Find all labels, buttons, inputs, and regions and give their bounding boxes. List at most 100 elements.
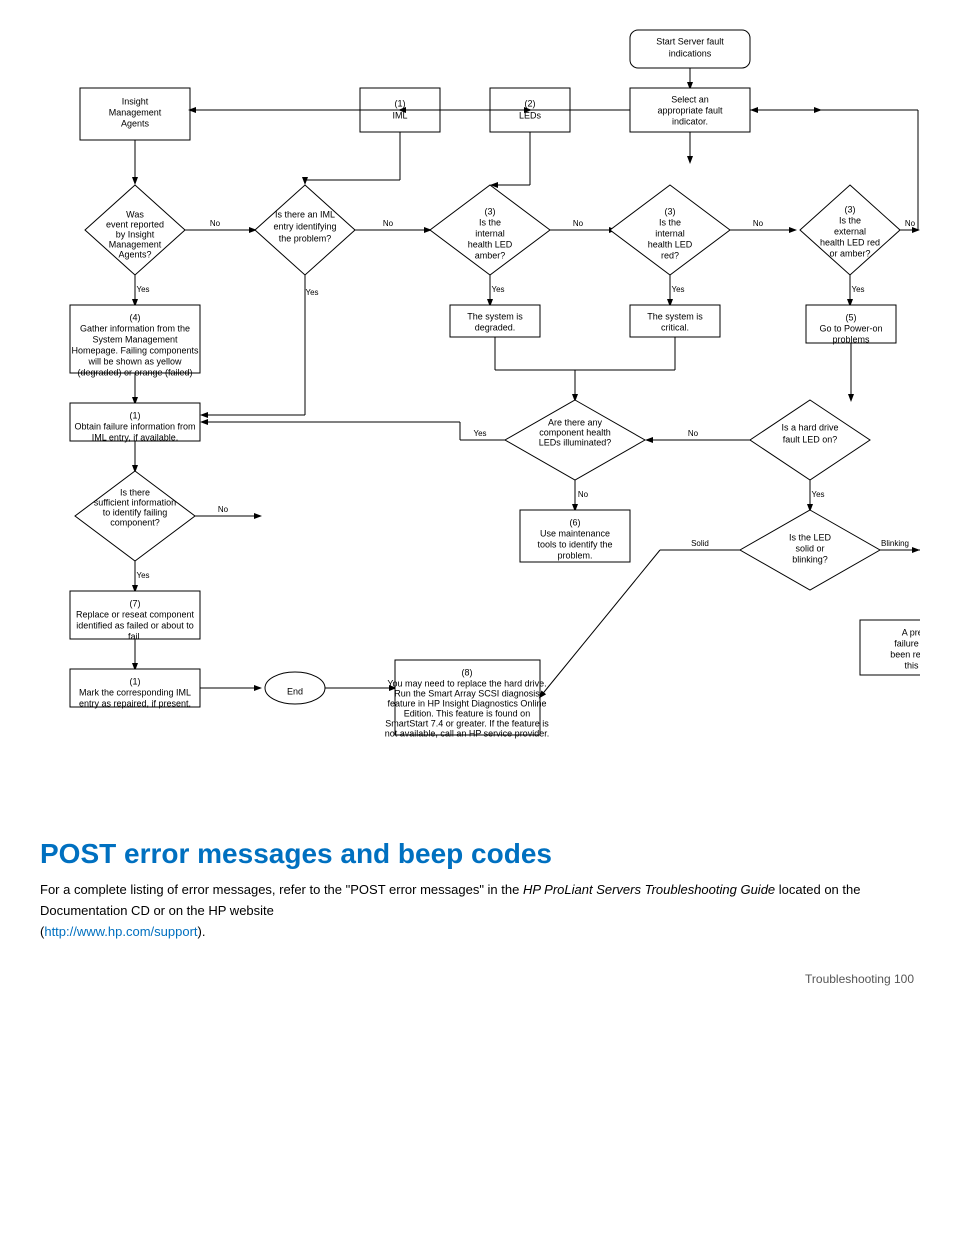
svg-text:Homepage. Failing components: Homepage. Failing components — [71, 345, 199, 355]
svg-text:Gather information from the: Gather information from the — [80, 323, 190, 333]
svg-text:Is a hard drive: Is a hard drive — [781, 422, 838, 432]
svg-text:Solid: Solid — [691, 539, 709, 548]
svg-text:Is there an IML: Is there an IML — [275, 209, 335, 219]
svg-text:will be shown as yellow: will be shown as yellow — [87, 356, 182, 366]
svg-text:Obtain failure information fro: Obtain failure information from — [74, 421, 195, 431]
svg-text:Is the: Is the — [479, 217, 501, 227]
svg-text:feature in HP Insight Diagnost: feature in HP Insight Diagnostics Online — [388, 698, 547, 708]
svg-text:problems: problems — [832, 334, 870, 344]
svg-text:red?: red? — [661, 250, 679, 260]
svg-text:End: End — [287, 686, 303, 696]
svg-text:A predictive: A predictive — [902, 627, 920, 637]
svg-text:not available, call an HP serv: not available, call an HP service provid… — [385, 728, 549, 738]
svg-text:(1): (1) — [130, 410, 141, 420]
svg-text:appropriate fault: appropriate fault — [657, 105, 723, 115]
svg-text:Yes: Yes — [851, 285, 864, 294]
svg-text:No: No — [688, 429, 699, 438]
svg-text:(1): (1) — [395, 98, 406, 108]
svg-text:(3): (3) — [665, 206, 676, 216]
svg-text:solid or: solid or — [795, 543, 824, 553]
svg-text:You may need to replace the ha: You may need to replace the hard drive. — [387, 678, 546, 688]
svg-text:identified as failed or about: identified as failed or about to — [76, 620, 194, 630]
svg-text:been received for: been received for — [890, 649, 920, 659]
svg-text:the problem?: the problem? — [279, 233, 332, 243]
section-body-link[interactable]: http://www.hp.com/support — [44, 924, 197, 939]
svg-text:Agents: Agents — [121, 118, 150, 128]
svg-text:(2): (2) — [525, 98, 536, 108]
svg-text:(8): (8) — [462, 667, 473, 677]
svg-text:(7): (7) — [130, 598, 141, 608]
page: .box-text { font-family: Arial, sans-ser… — [0, 0, 954, 1016]
svg-text:Management: Management — [109, 107, 162, 117]
svg-text:The system is: The system is — [467, 311, 523, 321]
svg-text:No: No — [383, 219, 394, 228]
svg-text:LEDs illuminated?: LEDs illuminated? — [539, 437, 612, 447]
svg-text:(3): (3) — [485, 206, 496, 216]
svg-text:Replace or reseat component: Replace or reseat component — [76, 609, 195, 619]
page-footer: Troubleshooting 100 — [40, 972, 914, 986]
svg-text:No: No — [573, 219, 584, 228]
svg-text:(6): (6) — [570, 517, 581, 527]
svg-text:Yes: Yes — [491, 285, 504, 294]
footer-label: Troubleshooting 100 — [805, 972, 914, 986]
svg-text:Was: Was — [126, 209, 144, 219]
svg-text:No: No — [905, 219, 916, 228]
svg-text:Blinking: Blinking — [881, 539, 909, 548]
svg-text:(1): (1) — [130, 676, 141, 686]
svg-text:Is there: Is there — [120, 487, 150, 497]
svg-text:component?: component? — [110, 517, 160, 527]
svg-text:No: No — [753, 219, 764, 228]
svg-text:No: No — [218, 505, 229, 514]
svg-text:Yes: Yes — [305, 288, 318, 297]
svg-text:component health: component health — [539, 427, 611, 437]
svg-text:degraded.: degraded. — [475, 322, 516, 332]
section-body-end: ). — [198, 924, 206, 939]
svg-text:Mark the corresponding IML: Mark the corresponding IML — [79, 687, 191, 697]
svg-text:(3): (3) — [845, 204, 856, 214]
svg-text:Management: Management — [109, 239, 162, 249]
svg-text:health LED red: health LED red — [820, 237, 880, 247]
svg-text:Go to Power-on: Go to Power-on — [819, 323, 882, 333]
svg-text:SmartStart 7.4 or greater. If: SmartStart 7.4 or greater. If the featur… — [385, 718, 549, 728]
svg-text:health LED: health LED — [468, 239, 513, 249]
svg-text:or amber?: or amber? — [829, 248, 870, 258]
svg-text:critical.: critical. — [661, 322, 689, 332]
svg-text:by Insight: by Insight — [116, 229, 155, 239]
svg-text:internal: internal — [475, 228, 505, 238]
section-body: For a complete listing of error messages… — [40, 880, 900, 942]
svg-text:Yes: Yes — [671, 285, 684, 294]
svg-text:indications: indications — [669, 48, 712, 58]
svg-text:tools to identify the: tools to identify the — [537, 539, 612, 549]
section-title: POST error messages and beep codes — [40, 838, 914, 870]
svg-text:Yes: Yes — [136, 285, 149, 294]
flowchart-svg: .box-text { font-family: Arial, sans-ser… — [40, 20, 920, 820]
flowchart-container: .box-text { font-family: Arial, sans-ser… — [40, 20, 920, 820]
svg-text:this drive ,: this drive , — [904, 660, 920, 670]
svg-text:external: external — [834, 226, 866, 236]
svg-text:Use maintenance: Use maintenance — [540, 528, 610, 538]
svg-text:IML: IML — [392, 110, 407, 120]
svg-text:event reported: event reported — [106, 219, 164, 229]
section-body-italic: HP ProLiant Servers Troubleshooting Guid… — [523, 882, 775, 897]
svg-text:Are there any: Are there any — [548, 417, 603, 427]
svg-text:failure alert has: failure alert has — [894, 638, 920, 648]
svg-text:Select an: Select an — [671, 94, 709, 104]
svg-text:amber?: amber? — [475, 250, 506, 260]
svg-text:sufficient information: sufficient information — [94, 497, 176, 507]
svg-text:Start Server fault: Start Server fault — [656, 36, 724, 46]
svg-text:indicator.: indicator. — [672, 116, 708, 126]
svg-text:Yes: Yes — [136, 571, 149, 580]
svg-text:entry identifying: entry identifying — [273, 221, 336, 231]
svg-text:Run the Smart Array SCSI diagn: Run the Smart Array SCSI diagnosis — [394, 688, 540, 698]
svg-text:internal: internal — [655, 228, 685, 238]
svg-text:fault LED on?: fault LED on? — [783, 434, 838, 444]
svg-text:problem.: problem. — [557, 550, 592, 560]
svg-text:Is the: Is the — [839, 215, 861, 225]
svg-text:LEDs: LEDs — [519, 110, 542, 120]
svg-text:health LED: health LED — [648, 239, 693, 249]
svg-text:to identify failing: to identify failing — [103, 507, 168, 517]
svg-text:No: No — [210, 219, 221, 228]
svg-text:Yes: Yes — [473, 429, 486, 438]
svg-text:entry as repaired, if present.: entry as repaired, if present. — [79, 698, 191, 708]
svg-text:Is the LED: Is the LED — [789, 532, 832, 542]
